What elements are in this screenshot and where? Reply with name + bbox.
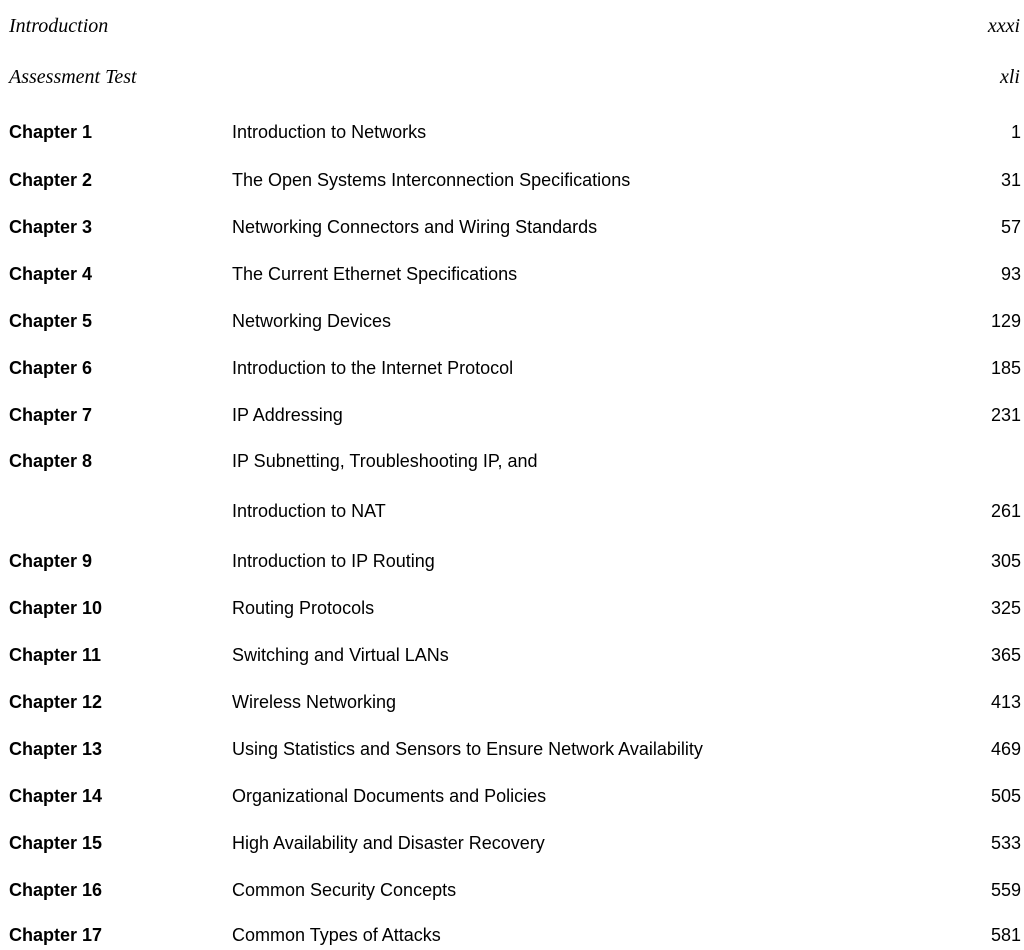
toc-entry-chapter-6: Chapter 6 Introduction to the Internet P…: [0, 353, 1024, 383]
chapter-label: Chapter 1: [9, 122, 93, 142]
toc-entry-chapter-13: Chapter 13 Using Statistics and Sensors …: [0, 734, 1024, 764]
chapter-title: Switching and Virtual LANs: [232, 645, 449, 665]
chapter-title: High Availability and Disaster Recovery: [232, 833, 545, 853]
toc-entry-chapter-8: Chapter 8 IP Subnetting, Troubleshooting…: [0, 446, 1024, 476]
toc-entry-chapter-9: Chapter 9 Introduction to IP Routing 305: [0, 546, 1024, 576]
chapter-page-number: 129: [990, 311, 1021, 331]
toc-entry-chapter-10: Chapter 10 Routing Protocols 325: [0, 593, 1024, 623]
toc-entry-chapter-4: Chapter 4 The Current Ethernet Specifica…: [0, 259, 1024, 289]
toc-entry-introduction: Introduction xxxi: [0, 11, 1024, 41]
chapter-page-number: 581: [990, 925, 1021, 945]
toc-entry-assessment-test: Assessment Test xli: [0, 62, 1024, 92]
chapter-title: Organizational Documents and Policies: [232, 786, 547, 806]
chapter-title: Wireless Networking: [232, 692, 397, 712]
chapter-page-number: 31: [1000, 170, 1021, 190]
chapter-title: Using Statistics and Sensors to Ensure N…: [232, 739, 703, 759]
chapter-title: The Current Ethernet Specifications: [232, 264, 518, 284]
toc-entry-chapter-2: Chapter 2 The Open Systems Interconnecti…: [0, 165, 1024, 195]
toc-entry-chapter-5: Chapter 5 Networking Devices 129: [0, 306, 1024, 336]
chapter-page-number: 469: [990, 739, 1021, 759]
toc-entry-chapter-17: Chapter 17 Common Types of Attacks 581: [0, 920, 1024, 950]
chapter-title: Introduction to Networks: [232, 122, 427, 142]
toc-entry-chapter-7: Chapter 7 IP Addressing 231: [0, 400, 1024, 430]
chapter-label: Chapter 8: [9, 451, 93, 471]
chapter-label: Chapter 15: [9, 833, 103, 853]
entry-page-number: xxxi: [987, 15, 1020, 37]
chapter-title: The Open Systems Interconnection Specifi…: [232, 170, 631, 190]
chapter-page-number: 325: [990, 598, 1021, 618]
chapter-page-number: 1: [1010, 122, 1021, 142]
chapter-title: IP Subnetting, Troubleshooting IP, and: [232, 451, 538, 471]
chapter-label: Chapter 16: [9, 880, 103, 900]
chapter-label: Chapter 2: [9, 170, 93, 190]
chapter-page-number: 559: [990, 880, 1021, 900]
chapter-label: Chapter 9: [9, 551, 93, 571]
chapter-title: Introduction to IP Routing: [232, 551, 435, 571]
chapter-title: Common Security Concepts: [232, 880, 457, 900]
toc-entry-chapter-11: Chapter 11 Switching and Virtual LANs 36…: [0, 640, 1024, 670]
chapter-title: Introduction to the Internet Protocol: [232, 358, 514, 378]
chapter-page-number: 505: [990, 786, 1021, 806]
toc-entry-chapter-14: Chapter 14 Organizational Documents and …: [0, 781, 1024, 811]
chapter-title: Networking Devices: [232, 311, 392, 331]
chapter-page-number: 305: [990, 551, 1021, 571]
toc-entry-chapter-16: Chapter 16 Common Security Concepts 559: [0, 875, 1024, 905]
chapter-page-number: 533: [990, 833, 1021, 853]
chapter-page-number: 93: [1000, 264, 1021, 284]
entry-page-number: xli: [1000, 66, 1020, 88]
chapter-label: Chapter 17: [9, 925, 103, 945]
chapter-label: Chapter 14: [9, 786, 103, 806]
chapter-title: IP Addressing: [232, 405, 343, 425]
table-of-contents: Introduction xxxi Assessment Test xli Ch…: [0, 0, 1024, 950]
chapter-title-continued: Introduction to NAT: [232, 501, 386, 521]
chapter-page-number: 413: [990, 692, 1021, 712]
chapter-page-number: 185: [990, 358, 1021, 378]
toc-entry-chapter-3: Chapter 3 Networking Connectors and Wiri…: [0, 212, 1024, 242]
chapter-label: Chapter 3: [9, 217, 93, 237]
toc-entry-chapter-1: Chapter 1 Introduction to Networks 1: [0, 117, 1024, 147]
chapter-label: Chapter 11: [9, 645, 102, 665]
entry-label: Introduction: [9, 15, 109, 37]
chapter-label: Chapter 6: [9, 358, 93, 378]
chapter-page-number: 231: [990, 405, 1021, 425]
chapter-page-number: 365: [990, 645, 1021, 665]
chapter-title: Routing Protocols: [232, 598, 375, 618]
toc-entry-chapter-12: Chapter 12 Wireless Networking 413: [0, 687, 1024, 717]
chapter-label: Chapter 4: [9, 264, 93, 284]
chapter-page-number: 57: [1000, 217, 1021, 237]
chapter-label: Chapter 10: [9, 598, 103, 618]
chapter-title: Networking Connectors and Wiring Standar…: [232, 217, 598, 237]
chapter-page-number: 261: [990, 501, 1021, 521]
chapter-title: Common Types of Attacks: [232, 925, 441, 945]
chapter-label: Chapter 13: [9, 739, 103, 759]
chapter-label: Chapter 7: [9, 405, 93, 425]
toc-entry-chapter-8-continued: Introduction to NAT 261: [0, 496, 1024, 526]
chapter-label: Chapter 5: [9, 311, 93, 331]
entry-label: Assessment Test: [9, 66, 137, 88]
chapter-label: Chapter 12: [9, 692, 103, 712]
toc-entry-chapter-15: Chapter 15 High Availability and Disaste…: [0, 828, 1024, 858]
